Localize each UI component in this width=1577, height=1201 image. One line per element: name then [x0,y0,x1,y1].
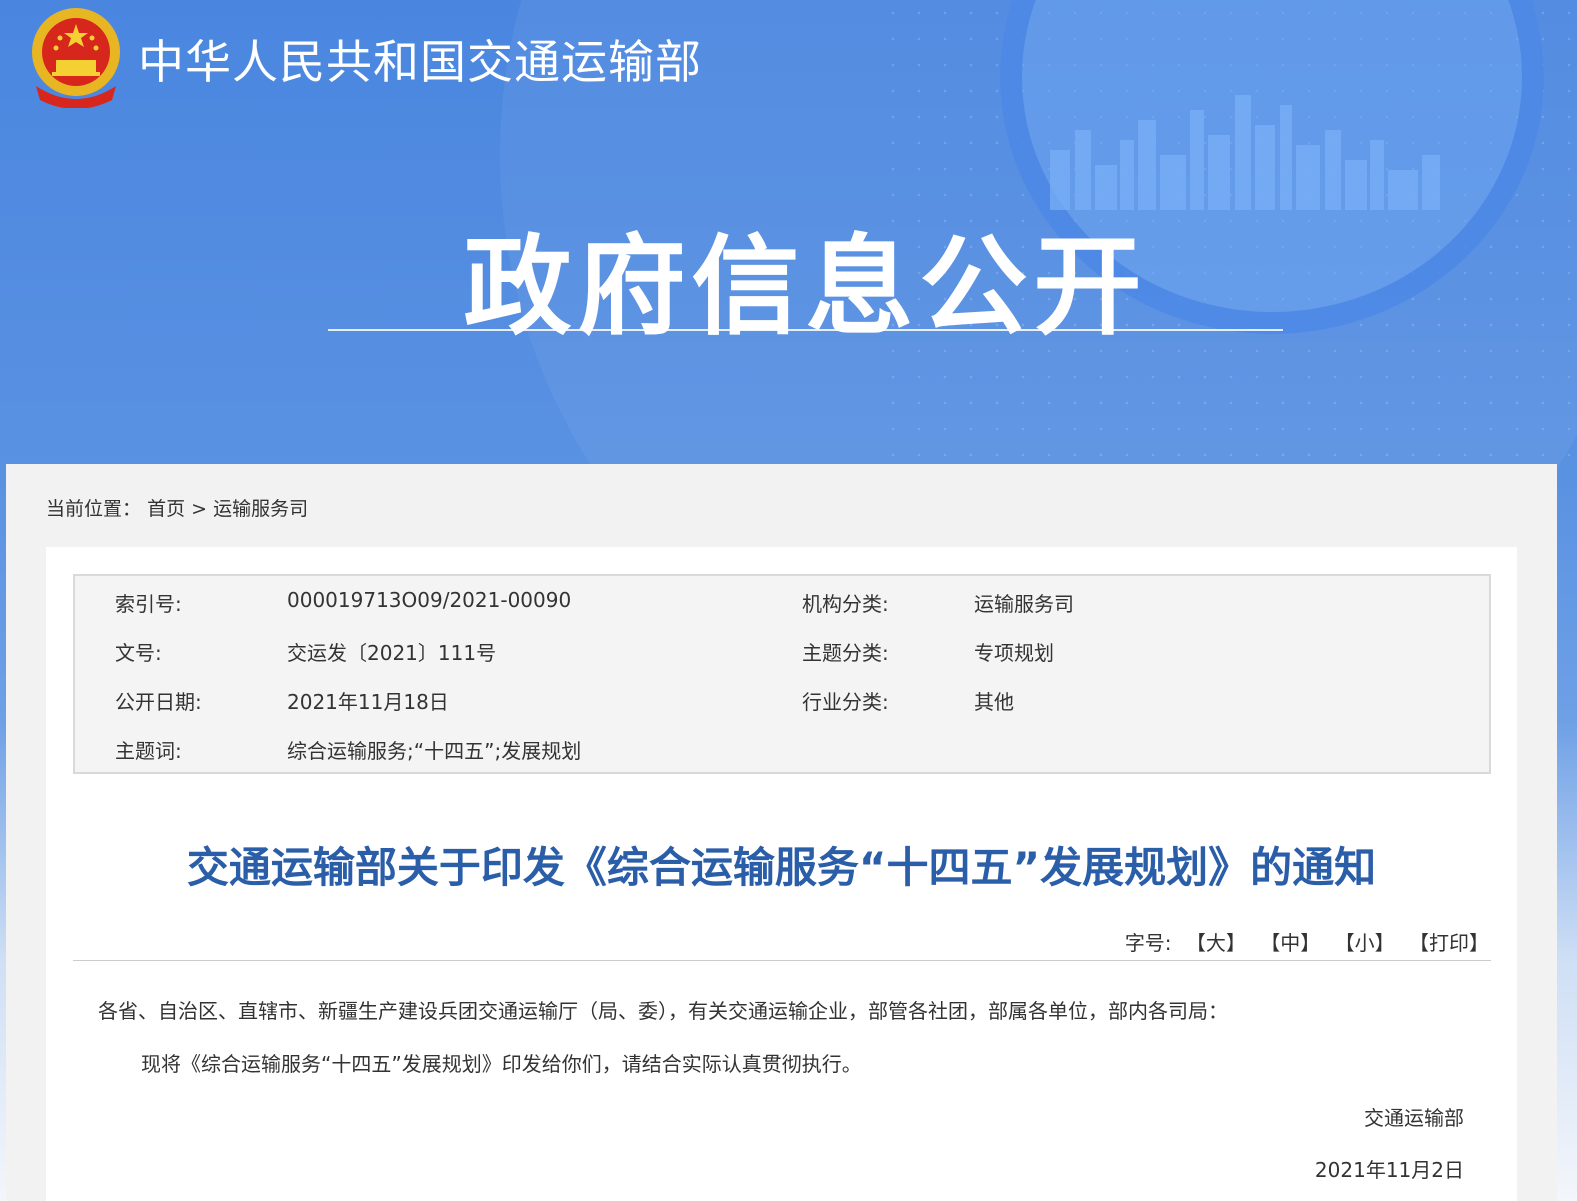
national-emblem-icon [32,8,120,108]
breadcrumb-current-link[interactable]: 运输服务司 [213,498,308,520]
ministry-name: 中华人民共和国交通运输部 [138,35,702,89]
breadcrumb-prefix: 当前位置： [46,498,142,520]
date-label: 公开日期: [115,690,202,714]
font-large-button[interactable]: 【大】 [1186,931,1246,955]
meta-row-index: 索引号: 000019713O09/2021-00090 机构分类: 运输服务司 [75,588,1489,618]
article-panel: 索引号: 000019713O09/2021-00090 机构分类: 运输服务司… [46,547,1517,1201]
font-small-button[interactable]: 【小】 [1335,931,1395,955]
meta-row-keywords: 主题词: 综合运输服务;“十四五”;发展规划 [75,735,1489,765]
breadcrumb-separator: > [191,498,208,520]
sign-date: 2021年11月2日 [1314,1158,1464,1182]
document-title: 交通运输部关于印发《综合运输服务“十四五”发展规划》的通知 [186,843,1377,892]
industry-value: 其他 [974,690,1014,714]
font-size-controls: 字号: 【大】 【中】 【小】 【打印】 [1125,927,1489,956]
title-divider [73,960,1491,961]
keywords-value: 综合运输服务;“十四五”;发展规划 [287,739,582,763]
date-value: 2021年11月18日 [287,690,449,714]
print-button[interactable]: 【打印】 [1409,931,1489,955]
org-label: 机构分类: [802,592,889,616]
topic-label: 主题分类: [802,641,889,665]
docno-label: 文号: [115,641,162,665]
meta-row-date: 公开日期: 2021年11月18日 行业分类: 其他 [75,686,1489,716]
city-skyline-icon [1050,95,1440,210]
font-medium-button[interactable]: 【中】 [1260,931,1320,955]
index-label: 索引号: [115,592,182,616]
title-underline [328,329,1283,331]
org-value: 运输服务司 [974,592,1074,616]
font-size-label: 字号: [1124,931,1172,955]
industry-label: 行业分类: [802,690,889,714]
signature: 交通运输部 [1364,1106,1464,1130]
metadata-box: 索引号: 000019713O09/2021-00090 机构分类: 运输服务司… [73,574,1491,774]
docno-value: 交运发〔2021〕111号 [287,641,497,665]
breadcrumb: 当前位置： 首页 > 运输服务司 [46,494,308,521]
index-value: 000019713O09/2021-00090 [287,588,572,612]
breadcrumb-home-link[interactable]: 首页 [147,498,185,520]
keywords-label: 主题词: [115,739,182,763]
topic-value: 专项规划 [974,641,1054,665]
addressee-paragraph: 各省、自治区、直辖市、新疆生产建设兵团交通运输厅（局、委），有关交通运输企业，部… [98,999,1228,1023]
meta-row-docno: 文号: 交运发〔2021〕111号 主题分类: 专项规划 [75,637,1489,667]
content-area: 当前位置： 首页 > 运输服务司 索引号: 000019713O09/2021-… [6,464,1557,1201]
section-title: 政府信息公开 [463,225,1148,350]
body-paragraph: 现将《综合运输服务“十四五”发展规划》印发给你们，请结合实际认真贯彻执行。 [141,1052,862,1076]
